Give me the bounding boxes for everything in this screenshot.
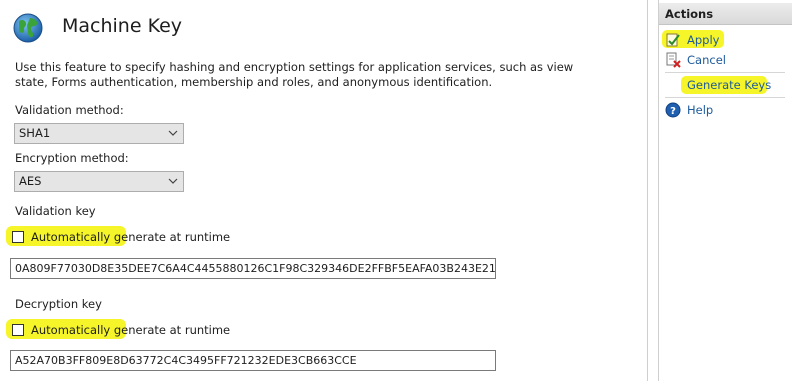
help-icon: ? xyxy=(665,102,681,118)
validation-method-select[interactable]: SHA1 xyxy=(14,123,184,144)
validation-key-label: Validation key xyxy=(15,204,96,218)
decryption-auto-generate-checkbox[interactable] xyxy=(12,324,24,336)
apply-action[interactable]: Apply xyxy=(687,33,719,47)
validation-auto-generate-label-part1: Automatically gen xyxy=(31,230,136,244)
decryption-auto-generate-label-part2: erate at runtime xyxy=(135,323,231,337)
page-title: Machine Key xyxy=(62,15,183,37)
cancel-action[interactable]: Cancel xyxy=(687,53,726,67)
actions-pane: Actions Apply Cancel Generate Keys ? Hel… xyxy=(658,0,792,381)
svg-text:?: ? xyxy=(670,106,676,117)
cancel-icon xyxy=(666,52,681,68)
decryption-key-input[interactable]: A52A70B3FF809E8D63772C4C3495FF721232EDE3… xyxy=(10,350,496,371)
encryption-method-label: Encryption method: xyxy=(15,151,129,165)
globe-icon xyxy=(13,13,43,43)
validation-auto-generate-label-part2: erate at runtime xyxy=(135,230,231,244)
chevron-down-icon xyxy=(168,130,178,136)
validation-key-input[interactable]: 0A809F77030D8E35DEE7C6A4C4455880126C1F98… xyxy=(10,258,496,279)
apply-icon xyxy=(666,33,680,47)
page-description: Use this feature to specify hashing and … xyxy=(15,60,574,89)
help-action[interactable]: Help xyxy=(687,103,713,117)
validation-method-label: Validation method: xyxy=(15,103,124,117)
decryption-auto-generate-label-part1: Automatically gen xyxy=(31,323,136,337)
actions-divider xyxy=(665,72,785,73)
chevron-down-icon xyxy=(168,178,178,184)
validation-auto-generate-label[interactable]: Automatically generate at runtime xyxy=(31,230,230,244)
encryption-method-select[interactable]: AES xyxy=(14,171,184,192)
validation-method-value: SHA1 xyxy=(19,126,51,140)
encryption-method-value: AES xyxy=(19,174,42,188)
validation-auto-generate-checkbox[interactable] xyxy=(12,231,24,243)
actions-header: Actions xyxy=(659,3,792,25)
generate-keys-action[interactable]: Generate Keys xyxy=(687,78,771,92)
actions-divider xyxy=(665,97,785,98)
decryption-auto-generate-label[interactable]: Automatically generate at runtime xyxy=(31,323,230,337)
decryption-key-label: Decryption key xyxy=(15,297,102,311)
